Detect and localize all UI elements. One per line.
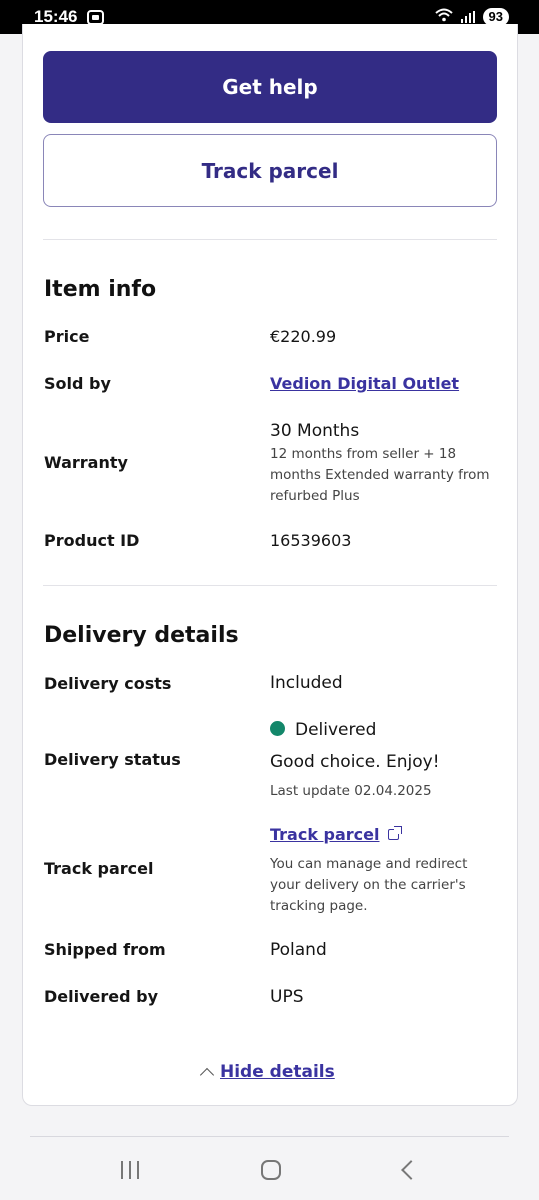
home-icon[interactable] (261, 1160, 282, 1180)
get-help-button[interactable]: Get help (43, 51, 497, 123)
last-update-text: Last update 02.04.2025 (270, 783, 432, 799)
delivery-status-text: Delivered (295, 720, 377, 740)
delivery-costs-value: Included (270, 673, 343, 693)
external-link-icon (387, 826, 402, 840)
divider (43, 585, 497, 586)
recents-icon[interactable] (121, 1161, 140, 1179)
chevron-up-icon (199, 1067, 215, 1083)
delivery-costs-label: Delivery costs (44, 674, 172, 693)
shipped-from-label: Shipped from (44, 940, 166, 959)
divider (30, 1136, 509, 1137)
price-label: Price (44, 327, 90, 346)
hide-details-toggle[interactable]: Hide details (199, 1062, 335, 1083)
track-parcel-button[interactable]: Track parcel (43, 134, 497, 207)
delivery-status-value: Delivered (270, 720, 376, 740)
track-parcel-link-text[interactable]: Track parcel (270, 825, 380, 844)
warranty-value: 30 Months (270, 421, 360, 441)
product-id-value: 16539603 (270, 531, 352, 550)
track-parcel-help: You can manage and redirect your deliver… (270, 856, 468, 914)
price-value: €220.99 (270, 327, 337, 346)
track-parcel-link[interactable]: Track parcel (270, 825, 402, 844)
screen-record-icon (87, 9, 105, 25)
delivery-status-label: Delivery status (44, 750, 181, 769)
warranty-label: Warranty (44, 453, 128, 472)
seller-link[interactable]: Vedion Digital Outlet (270, 374, 459, 393)
system-navigation-bar (0, 1140, 539, 1200)
sold-by-label: Sold by (44, 374, 111, 393)
delivered-by-label: Delivered by (44, 987, 159, 1006)
track-parcel-label: Track parcel (44, 859, 154, 878)
warranty-detail: 12 months from seller + 18 months Extend… (270, 446, 490, 504)
signal-icon (460, 11, 475, 23)
product-id-label: Product ID (44, 531, 140, 550)
back-icon[interactable] (400, 1160, 421, 1180)
shipped-from-value: Poland (270, 940, 327, 960)
delivery-details-title: Delivery details (44, 623, 239, 648)
delivered-by-value: UPS (270, 987, 304, 1007)
hide-details-link[interactable]: Hide details (220, 1062, 335, 1082)
status-dot-icon (270, 721, 285, 736)
item-info-title: Item info (44, 277, 157, 302)
delivery-status-message: Good choice. Enjoy! (270, 752, 440, 772)
divider (43, 239, 497, 240)
